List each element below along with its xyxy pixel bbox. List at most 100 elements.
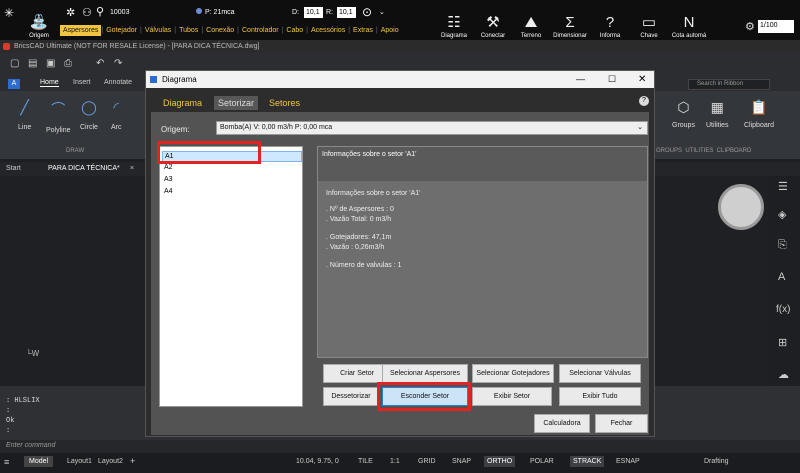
d-field[interactable]: 10,1 [304, 7, 323, 18]
binoculars-icon[interactable]: ⚇ [82, 6, 92, 19]
undo-icon[interactable]: ↶ [96, 58, 104, 69]
tab-drawing[interactable]: PARA DICA TÉCNICA* [48, 165, 120, 172]
status-workspace[interactable]: Drafting [704, 458, 729, 465]
arc-tool[interactable]: ◜ Arc [111, 99, 122, 131]
utilities-tool[interactable]: ▦ Utilities [706, 99, 729, 129]
function-icon[interactable]: f(x) [776, 304, 790, 315]
dialog-tab-setores[interactable]: Setores [269, 98, 300, 108]
diagrama-button[interactable]: ☷ Diagrama [437, 1, 471, 40]
sprinkler-tool-icon[interactable]: ✲ [66, 6, 75, 19]
target-icon[interactable]: ⊙ [362, 5, 372, 19]
status-tile[interactable]: TILE [358, 458, 373, 465]
list-item[interactable]: A3 [164, 176, 173, 183]
maximize-icon[interactable]: ☐ [608, 71, 616, 88]
highlight-box [377, 382, 471, 411]
command-line[interactable]: Enter command [0, 440, 800, 453]
print-icon[interactable]: ⎙ [64, 58, 72, 69]
status-snap[interactable]: SNAP [452, 458, 471, 465]
help-icon[interactable]: ? [639, 96, 649, 106]
r-field[interactable]: 10,1 [337, 7, 356, 18]
status-bar: ≡ Model Layout1 Layout2 + 10.04, 9.75, 0… [0, 453, 800, 473]
status-ortho[interactable]: ORTHO [484, 456, 516, 467]
list-item[interactable]: A2 [164, 164, 173, 171]
circle-tool[interactable]: ◯ Circle [80, 99, 98, 131]
search-icon[interactable]: ⚲ [96, 5, 104, 18]
tab-gotejador[interactable]: Gotejador [103, 25, 140, 36]
groups-tool[interactable]: ⬡ Groups [672, 99, 695, 129]
dialog-tab-diagrama[interactable]: Diagrama [163, 98, 202, 108]
text-icon[interactable]: A [778, 271, 785, 283]
new-icon[interactable]: ▢ [10, 58, 19, 69]
conectar-button[interactable]: ⚒ Conectar [476, 1, 510, 40]
tab-insert[interactable]: Insert [73, 79, 91, 86]
tab-start[interactable]: Start [6, 165, 21, 172]
terreno-button[interactable]: ⛰ Terreno [514, 1, 548, 40]
layers-icon[interactable]: ◈ [778, 208, 786, 221]
sector-list[interactable]: A1 A2 A3 A4 [159, 146, 303, 407]
scale-select[interactable]: 1/100 [758, 20, 794, 33]
gear-icon[interactable]: ⚙ [745, 20, 755, 33]
tree-icon[interactable]: ⊞ [778, 336, 787, 349]
sector-info-panel: Informações sobre o setor 'A1' Informaçõ… [317, 146, 648, 358]
origem-select[interactable]: Bomba(A) V: 0,00 m3/h P: 0,00 mca ⌄ [216, 121, 648, 135]
dessetorizar-button[interactable]: Dessetorizar [323, 387, 379, 406]
status-strack[interactable]: STRACK [570, 456, 605, 467]
chevron-down-icon[interactable]: ⌄ [379, 8, 385, 16]
origem-button[interactable]: ⛲ Origem [26, 1, 52, 40]
ribbon-search-input[interactable]: Search in Ribbon [688, 79, 770, 90]
viewcube-icon[interactable] [718, 184, 764, 230]
tab-apoio[interactable]: Apoio [378, 25, 402, 36]
tab-home[interactable]: Home [40, 79, 59, 87]
line-tool[interactable]: ╱ Line [18, 99, 31, 131]
list-item[interactable]: A4 [164, 188, 173, 195]
fechar-button[interactable]: Fechar [595, 414, 648, 433]
status-grid[interactable]: GRID [418, 458, 436, 465]
tab-valvulas[interactable]: Válvulas [142, 25, 174, 36]
tab-cabo[interactable]: Cabo [283, 25, 306, 36]
clipboard-tool[interactable]: 📋 Clipboard [744, 99, 774, 129]
tab-layout1[interactable]: Layout1 [67, 458, 92, 465]
properties-icon[interactable]: ☰ [778, 180, 788, 193]
dimensionar-button[interactable]: Σ Dimensionar [550, 1, 590, 40]
status-esnap[interactable]: ESNAP [616, 458, 640, 465]
attach-icon[interactable]: ⎘ [778, 239, 787, 252]
cloud-icon[interactable]: ☁ [778, 368, 789, 381]
tab-acessorios[interactable]: Acessórios [308, 25, 348, 36]
selecionar-aspersores-button[interactable]: Selecionar Aspersores [382, 364, 468, 383]
tab-conexao[interactable]: Conexão [203, 25, 237, 36]
app-menu-icon[interactable]: A [8, 79, 20, 89]
close-icon[interactable]: × [130, 165, 134, 172]
status-scale[interactable]: 1:1 [390, 458, 400, 465]
polyline-tool[interactable]: ⌒ Polyline [46, 99, 71, 134]
calculadora-button[interactable]: Calculadora [534, 414, 590, 433]
dialog-close-icon[interactable]: ✕ [638, 71, 646, 88]
layout-menu-icon[interactable]: ≡ [4, 457, 9, 467]
cota-button[interactable]: N Cota automá [668, 1, 710, 40]
status-polar[interactable]: POLAR [530, 458, 554, 465]
command-input[interactable]: Enter command [6, 442, 55, 449]
tab-layout2[interactable]: Layout2 [98, 458, 123, 465]
criar-setor-button[interactable]: Criar Setor [323, 364, 391, 383]
pressure-value[interactable]: P: 21mca [205, 9, 235, 16]
exibir-setor-button[interactable]: Exibir Setor [472, 387, 552, 406]
chave-button[interactable]: ▭ Chave [632, 1, 666, 40]
tab-aspersores[interactable]: Aspersores [60, 25, 102, 36]
exibir-tudo-button[interactable]: Exibir Tudo [559, 387, 641, 406]
tab-extras[interactable]: Extras [350, 25, 376, 36]
tab-controlador[interactable]: Controlador [239, 25, 282, 36]
tab-annotate[interactable]: Annotate [104, 79, 132, 86]
selecionar-valvulas-button[interactable]: Selecionar Válvulas [559, 364, 641, 383]
add-layout-icon[interactable]: + [130, 456, 135, 466]
redo-icon[interactable]: ↷ [114, 58, 122, 69]
code-value[interactable]: 10003 [110, 9, 129, 16]
minimize-icon[interactable]: — [576, 71, 585, 88]
selecionar-gotejadores-button[interactable]: Selecionar Gotejadores [472, 364, 554, 383]
dialog-tab-setorizar[interactable]: Setorizar [214, 96, 259, 110]
save-icon[interactable]: ▣ [46, 58, 55, 69]
tab-tubos[interactable]: Tubos [176, 25, 201, 36]
informa-button[interactable]: ? Informa [593, 1, 627, 40]
origem-label: Origem: [161, 125, 190, 134]
d-label: D: [292, 9, 299, 16]
open-icon[interactable]: ▤ [28, 58, 37, 69]
tab-model[interactable]: Model [24, 456, 54, 467]
